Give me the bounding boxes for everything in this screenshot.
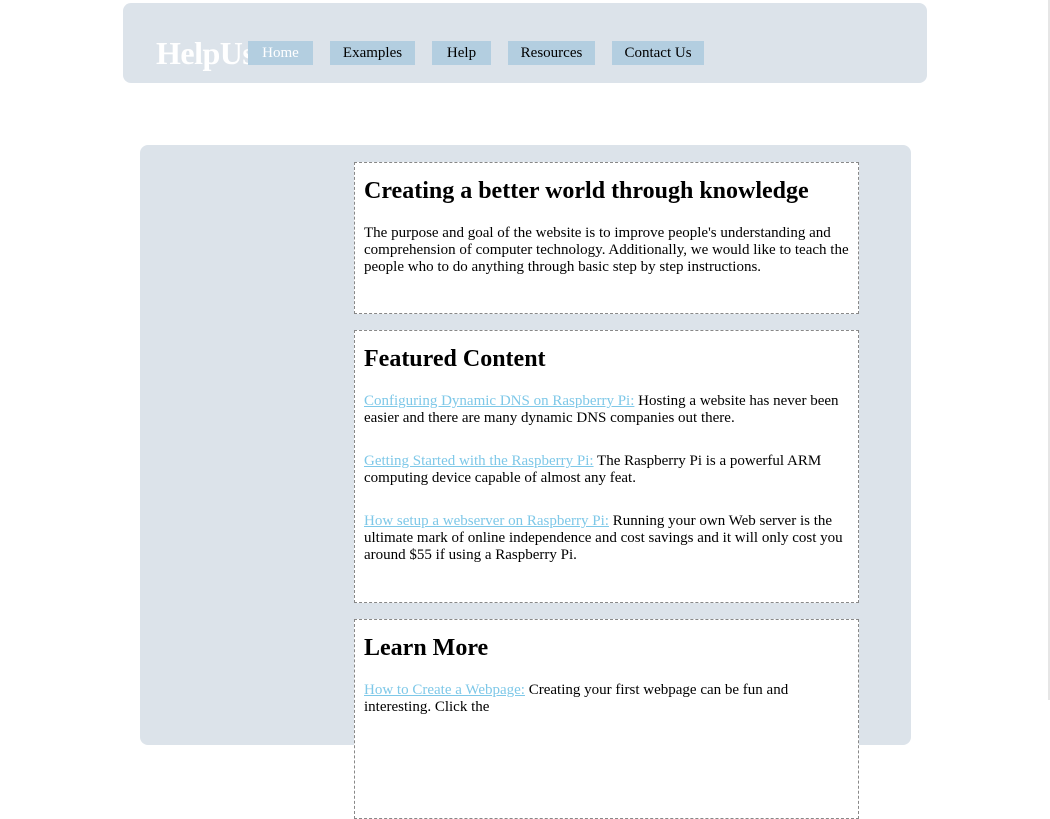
nav-contact-us[interactable]: Contact Us <box>612 41 704 65</box>
featured-item: Getting Started with the Raspberry Pi: T… <box>364 453 849 487</box>
nav-resources[interactable]: Resources <box>508 41 595 65</box>
nav-help[interactable]: Help <box>432 41 491 65</box>
featured-section: Featured Content Configuring Dynamic DNS… <box>354 330 859 603</box>
featured-item: Configuring Dynamic DNS on Raspberry Pi:… <box>364 393 849 427</box>
learn-more-section: Learn More How to Create a Webpage: Crea… <box>354 619 859 819</box>
intro-text: The purpose and goal of the website is t… <box>364 225 849 275</box>
featured-link-dynamic-dns[interactable]: Configuring Dynamic DNS on Raspberry Pi: <box>364 393 634 409</box>
learn-link-create-webpage[interactable]: How to Create a Webpage: <box>364 682 525 698</box>
intro-title: Creating a better world through knowledg… <box>364 178 809 204</box>
intro-section: Creating a better world through knowledg… <box>354 162 859 314</box>
main-content: Creating a better world through knowledg… <box>140 145 911 819</box>
featured-item: How setup a webserver on Raspberry Pi: R… <box>364 513 849 564</box>
learn-more-title: Learn More <box>364 635 489 661</box>
nav-examples[interactable]: Examples <box>330 41 415 65</box>
featured-link-getting-started[interactable]: Getting Started with the Raspberry Pi: <box>364 453 594 469</box>
site-header: HelpUs Home Examples Help Resources Cont… <box>123 3 927 83</box>
featured-link-webserver[interactable]: How setup a webserver on Raspberry Pi: <box>364 513 609 529</box>
nav-home[interactable]: Home <box>248 41 313 65</box>
featured-title: Featured Content <box>364 346 546 372</box>
learn-more-item: How to Create a Webpage: Creating your f… <box>364 682 849 716</box>
site-logo[interactable]: HelpUs <box>156 34 255 72</box>
